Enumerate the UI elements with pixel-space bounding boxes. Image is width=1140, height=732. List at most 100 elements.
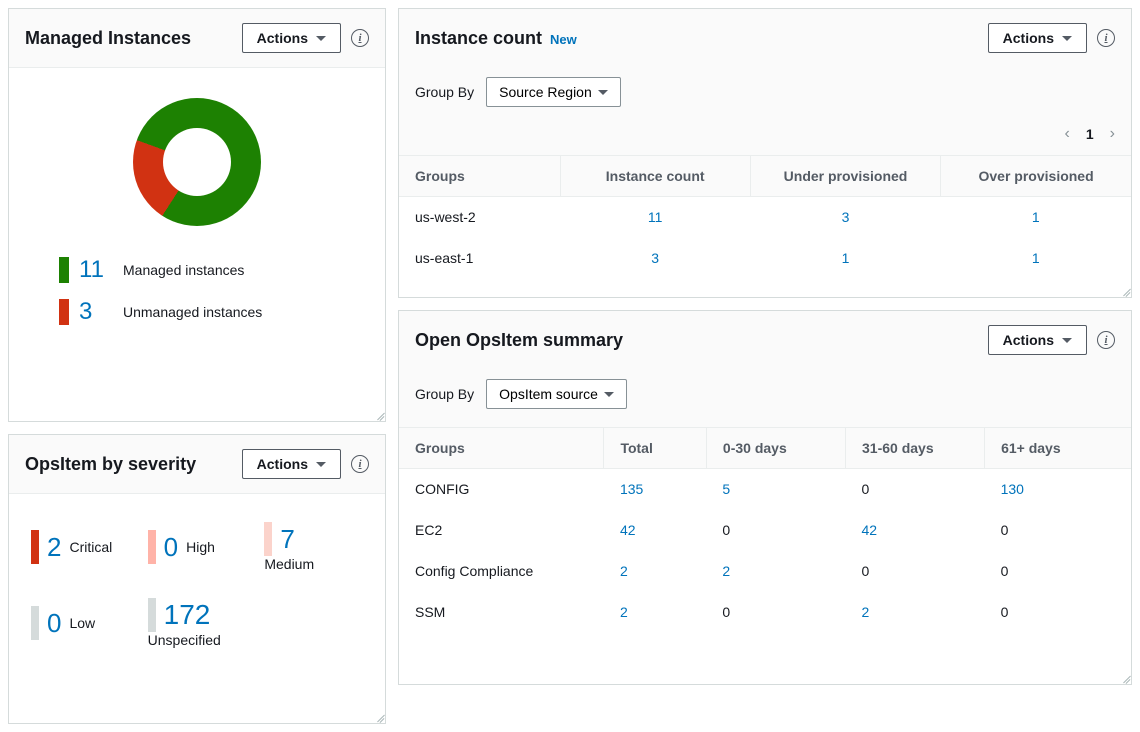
panel-header-actions: Actions i (242, 449, 369, 479)
resize-handle-icon[interactable] (374, 712, 384, 722)
legend-label-unmanaged: Unmanaged instances (123, 304, 262, 320)
chevron-down-icon (316, 36, 326, 41)
panel-header: Managed Instances Actions i (9, 9, 385, 68)
severity-value-high: 0 (164, 532, 178, 563)
severity-critical: 2 Critical (31, 522, 130, 572)
cell-group: EC2 (399, 510, 604, 551)
group-by-value: Source Region (499, 84, 592, 100)
severity-label-medium: Medium (264, 556, 314, 572)
cell-61: 0 (985, 510, 1131, 551)
cell-0-30[interactable]: 5 (706, 469, 845, 510)
col-under: Under provisioned (750, 156, 940, 197)
resize-handle-icon[interactable] (1120, 673, 1130, 683)
severity-swatch-critical (31, 530, 39, 564)
actions-button-label: Actions (257, 30, 308, 46)
severity-value-unspecified: 172 (164, 599, 211, 631)
legend-swatch-unmanaged (59, 299, 69, 325)
cell-under[interactable]: 3 (750, 197, 940, 238)
pager: ‹ 1 › (399, 125, 1131, 155)
cell-count[interactable]: 11 (560, 197, 750, 238)
cell-61: 0 (985, 551, 1131, 592)
col-groups: Groups (399, 156, 560, 197)
col-count: Instance count (560, 156, 750, 197)
info-icon[interactable]: i (1097, 331, 1115, 349)
severity-body: 2 Critical 0 High 7 Medium (9, 494, 385, 704)
chevron-down-icon (316, 462, 326, 467)
cell-total[interactable]: 42 (604, 510, 706, 551)
actions-button[interactable]: Actions (242, 449, 341, 479)
cell-over[interactable]: 1 (941, 197, 1131, 238)
panel-header-actions: Actions i (988, 325, 1115, 355)
severity-unspecified: 172 Unspecified (148, 598, 363, 648)
cell-31-60[interactable]: 2 (846, 592, 985, 633)
legend-label-managed: Managed instances (123, 262, 244, 278)
panel-header-actions: Actions i (242, 23, 369, 53)
table-row: EC2 42 0 42 0 (399, 510, 1131, 551)
managed-instances-panel: Managed Instances Actions i 11 (8, 8, 386, 422)
col-61: 61+ days (985, 428, 1131, 469)
cell-total[interactable]: 2 (604, 551, 706, 592)
pager-prev-icon[interactable]: ‹ (1065, 125, 1070, 143)
cell-61[interactable]: 130 (985, 469, 1131, 510)
group-by-select[interactable]: Source Region (486, 77, 621, 107)
info-icon[interactable]: i (351, 29, 369, 47)
severity-label-low: Low (69, 615, 95, 631)
col-total: Total (604, 428, 706, 469)
severity-swatch-low (31, 606, 39, 640)
resize-handle-icon[interactable] (374, 410, 384, 420)
table-row: us-west-2 11 3 1 (399, 197, 1131, 238)
table-row: us-east-1 3 1 1 (399, 238, 1131, 279)
cell-total[interactable]: 135 (604, 469, 706, 510)
legend-swatch-managed (59, 257, 69, 283)
cell-under[interactable]: 1 (750, 238, 940, 279)
col-31-60: 31-60 days (846, 428, 985, 469)
cell-group: us-east-1 (399, 238, 560, 279)
severity-swatch-unspecified (148, 598, 156, 632)
cell-total[interactable]: 2 (604, 592, 706, 633)
table-row: Config Compliance 2 2 0 0 (399, 551, 1131, 592)
info-icon[interactable]: i (1097, 29, 1115, 47)
chevron-down-icon (604, 392, 614, 397)
donut-legend: 11 Managed instances 3 Unmanaged instanc… (9, 246, 385, 360)
panel-title-wrap: Instance count New (415, 28, 577, 49)
table-header-row: Groups Instance count Under provisioned … (399, 156, 1131, 197)
actions-button-label: Actions (257, 456, 308, 472)
col-groups: Groups (399, 428, 604, 469)
cell-group: CONFIG (399, 469, 604, 510)
severity-medium: 7 Medium (264, 522, 363, 572)
severity-value-low: 0 (47, 608, 61, 639)
instance-count-table: Groups Instance count Under provisioned … (399, 155, 1131, 279)
opsitem-summary-table: Groups Total 0-30 days 31-60 days 61+ da… (399, 427, 1131, 633)
severity-label-critical: Critical (69, 539, 112, 555)
opsitem-severity-panel: OpsItem by severity Actions i 2 Critical (8, 434, 386, 724)
group-by-label: Group By (415, 84, 474, 100)
severity-value-critical: 2 (47, 532, 61, 563)
panel-title: Managed Instances (25, 28, 191, 49)
cell-count[interactable]: 3 (560, 238, 750, 279)
cell-0-30[interactable]: 2 (706, 551, 845, 592)
group-by-select[interactable]: OpsItem source (486, 379, 627, 409)
info-icon[interactable]: i (351, 455, 369, 473)
severity-grid: 2 Critical 0 High 7 Medium (25, 510, 369, 688)
cell-31-60[interactable]: 42 (846, 510, 985, 551)
actions-button[interactable]: Actions (988, 325, 1087, 355)
cell-31-60: 0 (846, 551, 985, 592)
cell-61: 0 (985, 592, 1131, 633)
opsitem-summary-panel: Open OpsItem summary Actions i Group By … (398, 310, 1132, 685)
severity-label-high: High (186, 539, 215, 555)
dashboard-grid: Managed Instances Actions i 11 (0, 0, 1140, 732)
panel-header: Instance count New Actions i (399, 9, 1131, 67)
resize-handle-icon[interactable] (1120, 286, 1130, 296)
pager-next-icon[interactable]: › (1110, 125, 1115, 143)
actions-button[interactable]: Actions (988, 23, 1087, 53)
actions-button-label: Actions (1003, 30, 1054, 46)
cell-31-60: 0 (846, 469, 985, 510)
severity-value-medium: 7 (280, 524, 294, 555)
table-header-row: Groups Total 0-30 days 31-60 days 61+ da… (399, 428, 1131, 469)
severity-low: 0 Low (31, 598, 130, 648)
table-row: CONFIG 135 5 0 130 (399, 469, 1131, 510)
actions-button[interactable]: Actions (242, 23, 341, 53)
cell-over[interactable]: 1 (941, 238, 1131, 279)
group-by-label: Group By (415, 386, 474, 402)
cell-0-30: 0 (706, 592, 845, 633)
